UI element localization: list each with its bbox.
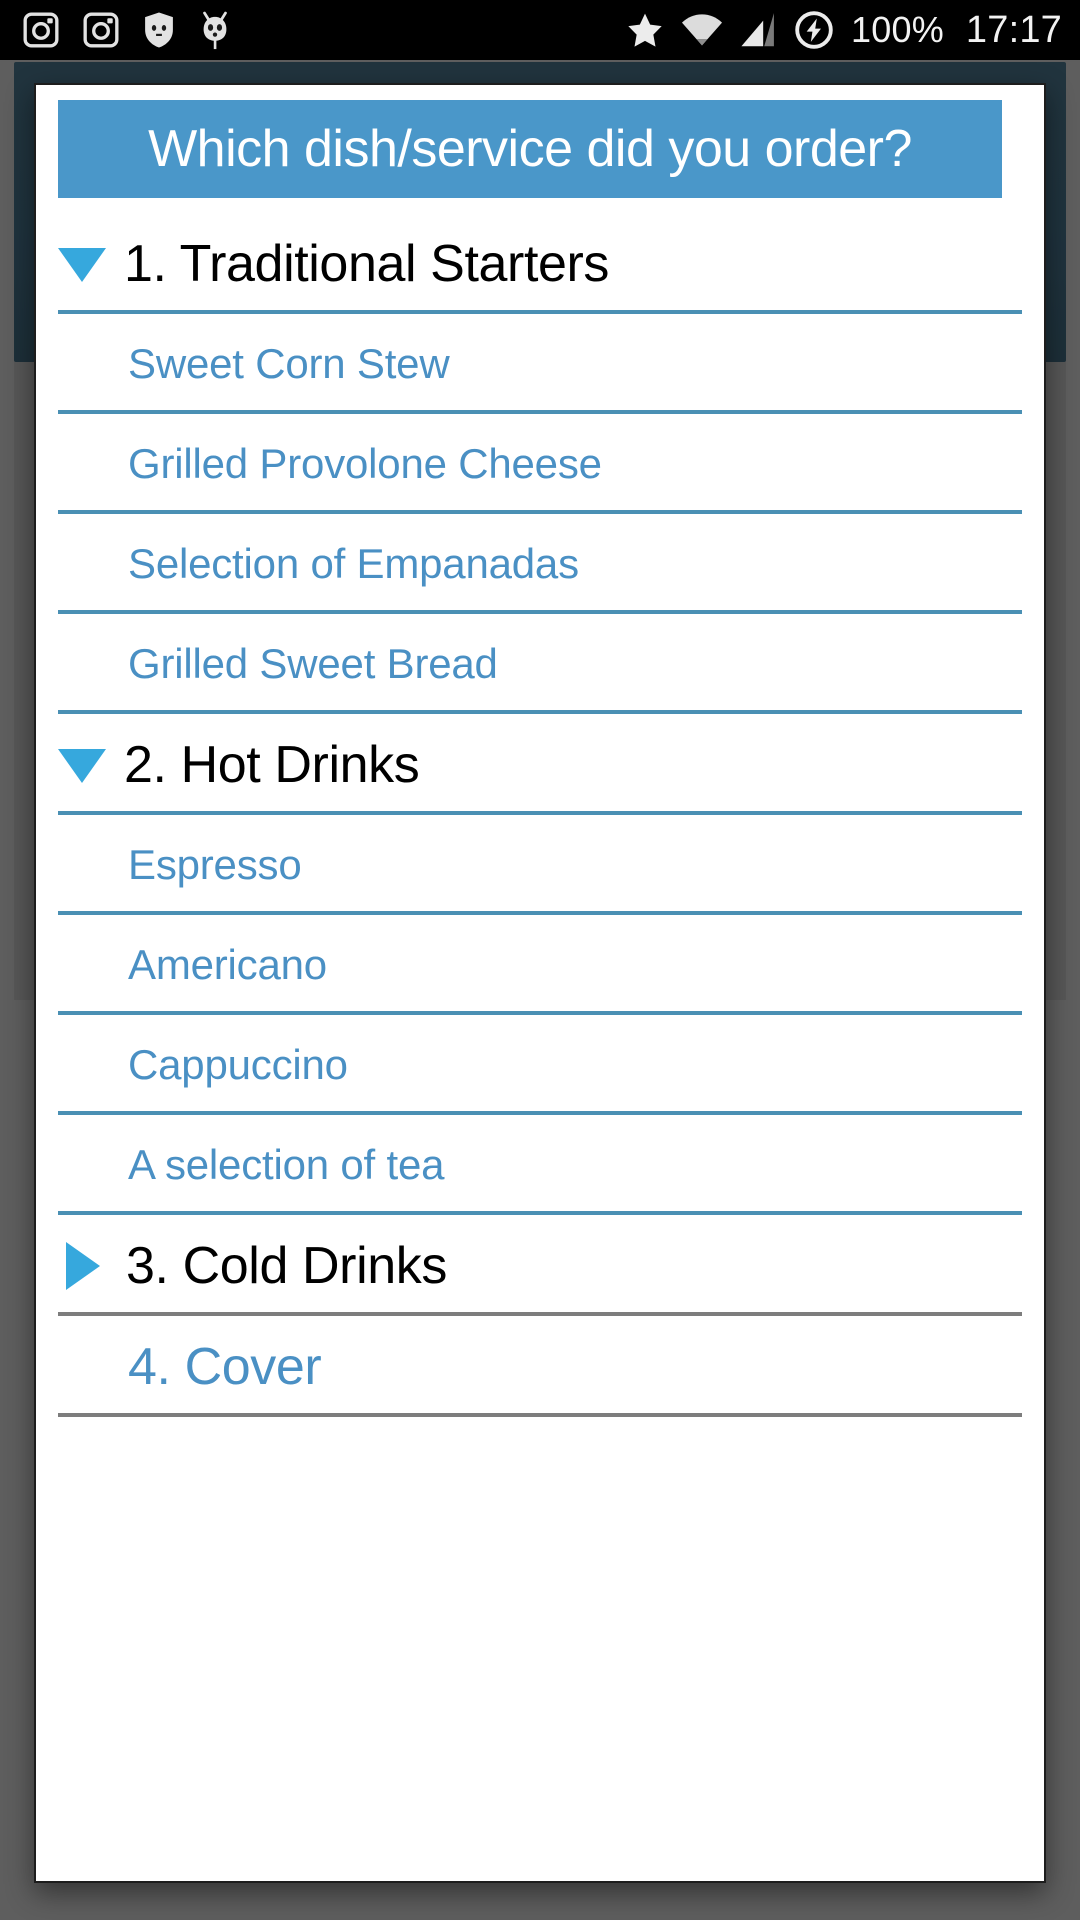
battery-percentage: 100%: [851, 9, 944, 50]
status-bar: 100% 17:17: [0, 0, 1080, 60]
shield-cat-icon: [142, 11, 176, 49]
dish-item-label: A selection of tea: [128, 1141, 445, 1188]
dish-list-item[interactable]: Espresso: [36, 815, 1044, 915]
dish-item-label: Espresso: [128, 841, 302, 888]
status-bar-system-icons: 100% 17:17: [625, 9, 1062, 52]
charging-bolt-icon: [793, 9, 835, 51]
category-group-header-empty[interactable]: 4. Cover: [36, 1316, 1044, 1417]
dish-item-label: Grilled Sweet Bread: [128, 640, 498, 687]
dish-list-item[interactable]: Cappuccino: [36, 1015, 1044, 1115]
category-group-label: 2. Hot Drinks: [124, 735, 420, 794]
dish-list-item[interactable]: Sweet Corn Stew: [36, 314, 1044, 414]
dish-list-item[interactable]: Selection of Empanadas: [36, 514, 1044, 614]
row-divider: [58, 1413, 1022, 1417]
dish-category-list: 1. Traditional Starters Sweet Corn Stew Gr…: [36, 213, 1044, 1417]
status-bar-notification-icons: [22, 10, 232, 50]
dish-item-label: Americano: [128, 941, 327, 988]
category-group-label: 1. Traditional Starters: [124, 234, 610, 293]
triangle-down-icon[interactable]: [58, 247, 106, 282]
priority-star-icon: [625, 10, 665, 50]
dish-item-label: Sweet Corn Stew: [128, 340, 450, 387]
category-group-label: 3. Cold Drinks: [126, 1236, 447, 1295]
dish-list-item[interactable]: Grilled Provolone Cheese: [36, 414, 1044, 514]
triangle-down-icon[interactable]: [58, 748, 106, 783]
triangle-right-icon[interactable]: [66, 1241, 100, 1290]
status-bar-clock: 17:17: [965, 8, 1062, 51]
dish-list-item[interactable]: A selection of tea: [36, 1115, 1044, 1215]
cellular-signal-icon: [739, 11, 777, 49]
dish-item-label: Selection of Empanadas: [128, 540, 579, 587]
category-group-header[interactable]: 1. Traditional Starters: [36, 213, 1044, 314]
dish-selection-dialog: Which dish/service did you order? 1. Tra…: [34, 83, 1046, 1883]
cyanogenmod-android-icon: [198, 10, 232, 50]
dish-list-item[interactable]: Americano: [36, 915, 1044, 1015]
dialog-title-bar: Which dish/service did you order?: [58, 100, 1002, 198]
category-group-label: 4. Cover: [128, 1337, 322, 1396]
instagram-camera-icon-2: [82, 11, 120, 49]
instagram-camera-icon: [22, 11, 60, 49]
category-group-header[interactable]: 3. Cold Drinks: [36, 1215, 1044, 1316]
dish-list-item[interactable]: Grilled Sweet Bread: [36, 614, 1044, 714]
dish-item-label: Cappuccino: [128, 1041, 348, 1088]
dish-item-label: Grilled Provolone Cheese: [128, 440, 602, 487]
wifi-icon: [681, 11, 723, 49]
dialog-title: Which dish/service did you order?: [148, 120, 912, 178]
category-group-header[interactable]: 2. Hot Drinks: [36, 714, 1044, 815]
